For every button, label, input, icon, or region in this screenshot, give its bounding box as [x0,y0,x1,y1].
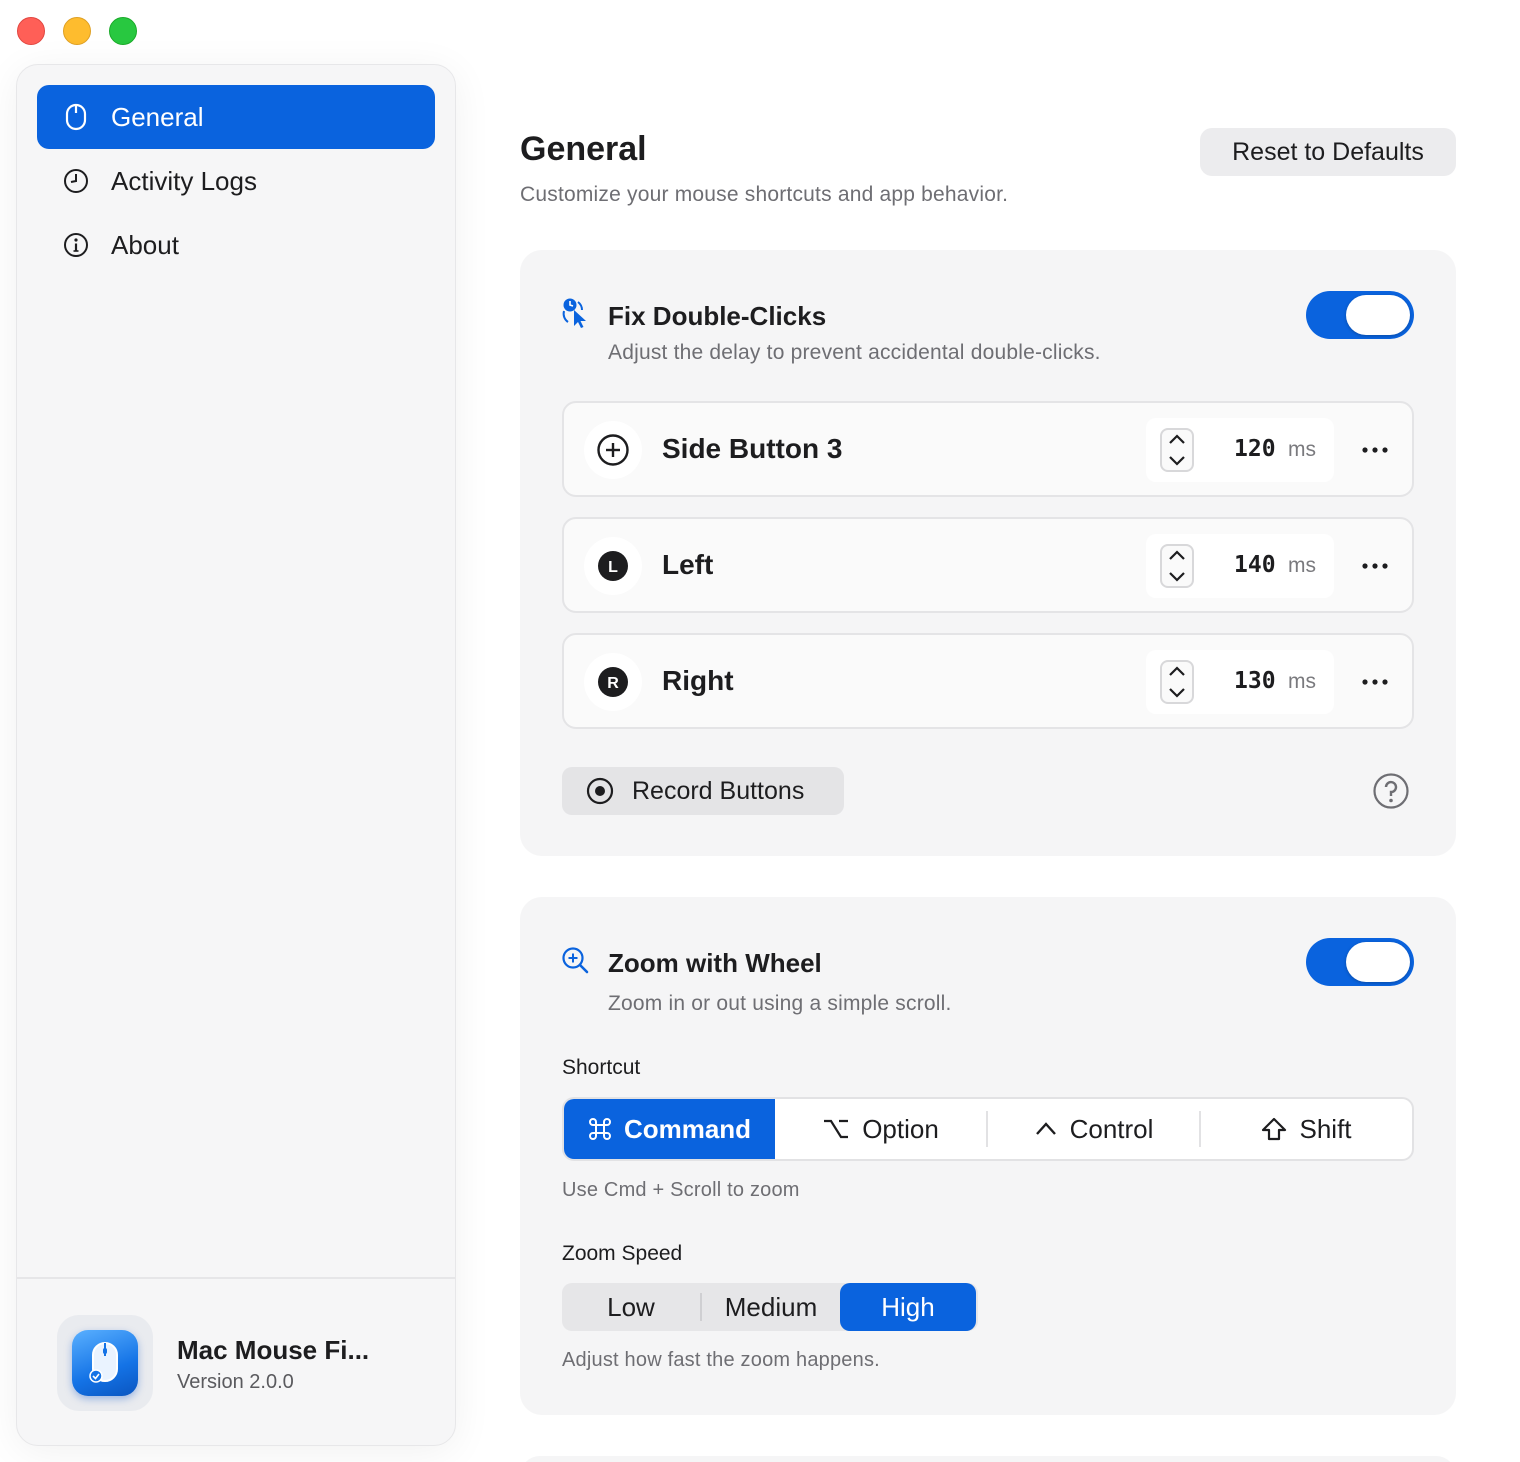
button-row-label: Left [662,549,714,580]
control-icon [1034,1117,1058,1141]
main-content: General Customize your mouse shortcuts a… [520,0,1456,1462]
delay-stepper: 120 ms [1146,418,1334,482]
close-window-button[interactable] [17,17,45,45]
delay-value[interactable]: 140 [1234,552,1276,578]
help-icon[interactable] [1372,772,1410,810]
mouse-icon [63,103,89,131]
app-name: Mac Mouse Fi... [177,1335,370,1365]
more-options-button[interactable] [1360,435,1390,465]
button-row-right: R Right 130 ms [562,633,1414,729]
record-buttons-label: Record Buttons [632,776,805,805]
button-row-side-button-3: Side Button 3 120 ms [562,401,1414,497]
record-icon [586,777,614,805]
stepper-arrows[interactable] [1160,428,1194,472]
delay-unit: ms [1288,438,1316,461]
sidebar-nav: General Activity Logs About [17,65,455,277]
delay-value[interactable]: 120 [1234,436,1276,462]
zoom-window-button[interactable] [109,17,137,45]
zoom-speed-label: Zoom Speed [562,1242,683,1265]
shortcut-option-label: Shift [1299,1113,1352,1144]
speed-option-high[interactable]: High [840,1283,976,1331]
zoom-speed-hint: Adjust how fast the zoom happens. [562,1349,880,1371]
button-row-left: L Left 140 ms [562,517,1414,613]
shortcut-option-shift[interactable]: Shift [1201,1099,1412,1159]
fix-double-clicks-toggle[interactable] [1306,291,1414,339]
page-subtitle: Customize your mouse shortcuts and app b… [520,183,1009,206]
double-click-cursor-icon [560,296,592,328]
zoom-with-wheel-card: Zoom with Wheel Zoom in or out using a s… [520,897,1456,1415]
shift-icon [1261,1117,1287,1141]
zoom-with-wheel-toggle[interactable] [1306,938,1414,986]
info-icon [63,232,89,258]
plus-circle-icon [584,421,642,479]
shortcut-segmented-control: Command Option Control Shift [562,1097,1414,1161]
more-options-button[interactable] [1360,551,1390,581]
delay-unit: ms [1288,554,1316,577]
ellipsis-icon [1362,563,1388,569]
badge-letter: R [607,675,619,692]
shortcut-option-label: Option [862,1113,939,1144]
shortcut-label: Shortcut [562,1056,641,1079]
command-icon [588,1117,612,1141]
delay-stepper: 130 ms [1146,650,1334,714]
badge-letter: L [608,559,618,576]
shortcut-option-control[interactable]: Control [988,1099,1199,1159]
letter-l-badge-icon: L [584,537,642,595]
shortcut-hint: Use Cmd + Scroll to zoom [562,1179,800,1201]
app-version: Version 2.0.0 [177,1371,294,1393]
fix-double-clicks-description: Adjust the delay to prevent accidental d… [608,341,1101,364]
record-buttons-button[interactable]: Record Buttons [562,767,844,815]
speed-option-low[interactable]: Low [562,1283,700,1331]
minimize-window-button[interactable] [63,17,91,45]
sidebar-item-about[interactable]: About [37,213,435,277]
ellipsis-icon [1362,447,1388,453]
more-options-button[interactable] [1360,667,1390,697]
speed-option-medium[interactable]: Medium [702,1283,840,1331]
stepper-arrows[interactable] [1160,660,1194,704]
fix-double-clicks-card: Fix Double-Clicks Adjust the delay to pr… [520,250,1456,856]
toggle-knob [1346,942,1410,982]
page-title: General [520,130,647,168]
delay-value[interactable]: 130 [1234,668,1276,694]
button-row-label: Right [662,665,734,696]
delay-unit: ms [1288,670,1316,693]
mouse-app-icon [57,1315,153,1411]
letter-r-badge-icon: R [584,653,642,711]
option-icon [822,1117,850,1141]
fix-double-clicks-title: Fix Double-Clicks [608,301,827,331]
stepper-arrows[interactable] [1160,544,1194,588]
sidebar-item-label: Activity Logs [111,165,257,196]
next-settings-card [520,1456,1456,1462]
sidebar-item-label: About [111,229,179,260]
sidebar-item-general[interactable]: General [37,85,435,149]
sidebar-item-activity-logs[interactable]: Activity Logs [37,149,435,213]
reset-to-defaults-button[interactable]: Reset to Defaults [1200,128,1456,176]
zoom-with-wheel-description: Zoom in or out using a simple scroll. [608,992,952,1015]
sidebar-item-label: General [111,101,204,132]
sidebar: General Activity Logs About Mac Mouse Fi… [16,64,456,1446]
delay-stepper: 140 ms [1146,534,1334,598]
shortcut-option-label: Command [623,1113,752,1144]
zoom-with-wheel-title: Zoom with Wheel [608,948,822,978]
shortcut-option-command[interactable]: Command [564,1099,775,1159]
sidebar-footer: Mac Mouse Fi... Version 2.0.0 [17,1277,455,1445]
shortcut-option-label: Control [1069,1113,1154,1144]
shortcut-option-option[interactable]: Option [775,1099,986,1159]
toggle-knob [1346,295,1410,335]
zoom-speed-segmented-control: Low Medium High [562,1283,978,1331]
zoom-in-icon [560,945,592,977]
clock-icon [63,168,89,194]
ellipsis-icon [1362,679,1388,685]
button-row-label: Side Button 3 [662,433,843,464]
window-controls [17,17,137,45]
